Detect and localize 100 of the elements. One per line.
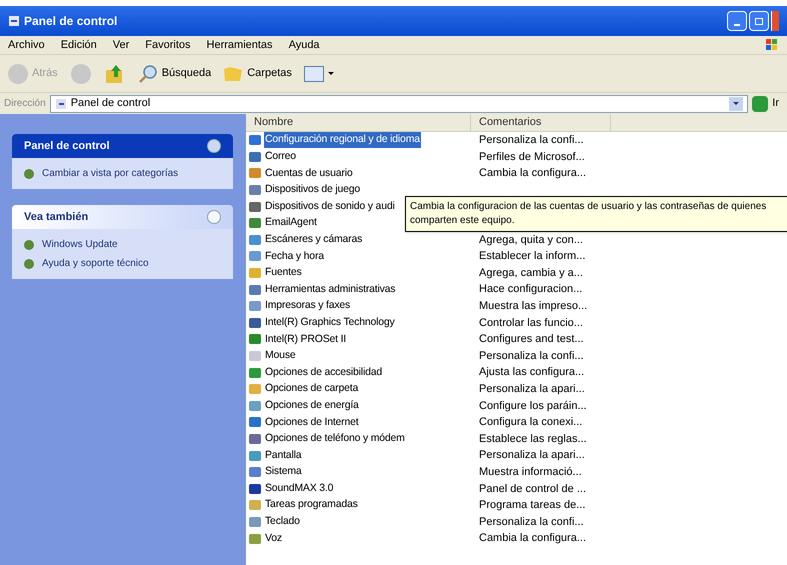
menu-item[interactable]: Archivo xyxy=(8,36,45,54)
item-icon xyxy=(248,216,262,230)
address-label: Dirección xyxy=(4,97,46,111)
item-comment: Controlar las funcio... xyxy=(478,316,584,331)
item-comment: Cambia la configura... xyxy=(478,166,587,182)
item-icon xyxy=(248,498,262,512)
item-icon xyxy=(248,166,262,180)
item-name[interactable]: Sistema xyxy=(264,464,303,480)
item-icon xyxy=(248,532,262,546)
search-button[interactable]: Búsqueda xyxy=(138,64,212,84)
folders-button[interactable]: Carpetas xyxy=(223,64,292,82)
item-name[interactable]: Voz xyxy=(264,530,283,546)
item-name[interactable]: Dispositivos de sonido y audi xyxy=(264,198,396,215)
item-icon xyxy=(248,133,262,148)
item-comment: Muestra informació... xyxy=(478,464,583,480)
item-comment: Personaliza la confi... xyxy=(478,133,585,148)
item-comment: Personaliza la apari... xyxy=(478,382,586,397)
item-icon xyxy=(248,266,262,280)
dropdown-button[interactable] xyxy=(729,96,744,110)
item-name[interactable]: Intel(R) PROSet II xyxy=(264,332,348,348)
item-name[interactable]: Configuración regional y de idioma xyxy=(264,132,421,148)
item-name[interactable]: Dispositivos de juego xyxy=(264,182,362,198)
item-name[interactable]: Opciones de Internet xyxy=(264,414,360,430)
item-icon xyxy=(248,432,262,446)
item-icon xyxy=(248,398,262,413)
item-name[interactable]: Mouse xyxy=(264,348,297,364)
item-name[interactable]: Opciones de accesibilidad xyxy=(264,364,383,380)
item-icon xyxy=(248,415,262,430)
item-comment: Programa tareas de... xyxy=(478,498,586,514)
task-link[interactable]: Windows Update xyxy=(24,237,221,252)
item-name[interactable]: Opciones de teléfono y módem xyxy=(264,431,406,447)
item-comment: Personaliza la confi... xyxy=(478,514,585,530)
item-name[interactable]: SoundMAX 3.0 xyxy=(264,480,334,497)
search-icon xyxy=(138,64,158,84)
item-comment: Muestra las impreso... xyxy=(478,298,588,314)
windows-logo-icon xyxy=(765,38,779,52)
item-icon xyxy=(248,150,262,164)
item-icon xyxy=(248,448,262,463)
menu-item[interactable]: Favoritos xyxy=(145,36,191,54)
collapse-button[interactable] xyxy=(207,139,221,153)
item-icon xyxy=(248,366,262,380)
item-name[interactable]: Fuentes xyxy=(264,265,303,281)
item-name[interactable]: Pantalla xyxy=(264,448,302,464)
item-icon xyxy=(248,299,262,314)
item-icon xyxy=(248,316,262,330)
item-name[interactable]: Opciones de carpeta xyxy=(264,381,360,398)
item-icon xyxy=(248,232,262,247)
item-icon xyxy=(248,200,262,214)
tooltip-text: Cambia la configuracion de las cuentas de usuario y las contraseñas de quienes comparten este equipo. xyxy=(410,201,766,226)
item-comment: Agrega, cambia y a... xyxy=(478,266,584,281)
item-comment: Configure los paráin... xyxy=(478,398,588,414)
item-comment: Configura la conexi... xyxy=(478,415,584,430)
column-header[interactable]: Comentarios xyxy=(471,114,611,131)
item-icon xyxy=(248,482,262,496)
item-comment: Establece las reglas... xyxy=(478,432,588,447)
item-comment: Agrega, quita y con... xyxy=(478,232,584,248)
item-comment: Establecer la inform... xyxy=(478,249,586,264)
item-name[interactable]: Tareas programadas xyxy=(264,497,359,514)
panel-title: Panel de control xyxy=(24,138,110,154)
restore-button[interactable] xyxy=(749,11,769,31)
item-name[interactable]: Correo xyxy=(264,149,297,165)
item-comment: Personaliza la apari... xyxy=(478,448,586,464)
item-name[interactable]: Impresoras y faxes xyxy=(264,298,352,314)
views-button[interactable] xyxy=(304,66,334,82)
task-link[interactable]: Ayuda y soporte técnico xyxy=(24,256,221,271)
item-name[interactable]: Herramientas administrativas xyxy=(264,282,396,298)
item-name[interactable]: EmailAgent xyxy=(264,215,318,232)
item-icon xyxy=(248,282,262,297)
menu-item[interactable]: Ver xyxy=(112,36,130,54)
item-icon xyxy=(248,183,262,198)
item-comment: Ajusta las configura... xyxy=(478,365,586,380)
address-field[interactable]: Panel de control xyxy=(50,94,748,112)
item-name[interactable]: Escáneres y cámaras xyxy=(264,232,364,248)
item-icon xyxy=(248,349,262,364)
menu-item[interactable]: Edición xyxy=(60,36,97,54)
item-icon xyxy=(248,514,262,529)
menu-item[interactable]: Ayuda xyxy=(288,36,320,54)
item-icon xyxy=(248,382,262,396)
item-icon xyxy=(248,332,262,346)
window-title: Panel de control xyxy=(24,13,118,30)
item-icon xyxy=(248,465,262,480)
item-comment: Panel de control de ... xyxy=(478,482,588,497)
column-header[interactable]: Nombre xyxy=(246,114,471,131)
item-name[interactable]: Intel(R) Graphics Technology xyxy=(264,314,396,331)
item-comment: Personaliza la confi... xyxy=(478,348,585,364)
item-comment: Hace configuracion... xyxy=(478,282,584,298)
close-button[interactable] xyxy=(771,11,779,31)
item-comment: Cambia la configura... xyxy=(478,531,587,546)
item-comment: Perfiles de Microsof... xyxy=(478,150,586,165)
item-name[interactable]: Fecha y hora xyxy=(264,248,325,264)
menu-item[interactable]: Herramientas xyxy=(206,36,273,54)
minimize-button[interactable] xyxy=(727,11,747,31)
item-name[interactable]: Opciones de energía xyxy=(264,398,360,414)
task-link[interactable]: Cambiar a vista por categorías xyxy=(24,166,221,181)
item-name[interactable]: Cuentas de usuario xyxy=(264,166,354,182)
panel-title: Vea también xyxy=(24,210,88,225)
item-name[interactable]: Teclado xyxy=(264,514,301,530)
item-icon xyxy=(248,249,262,264)
folder-icon xyxy=(223,64,244,82)
item-comment: Configures and test... xyxy=(478,332,585,348)
